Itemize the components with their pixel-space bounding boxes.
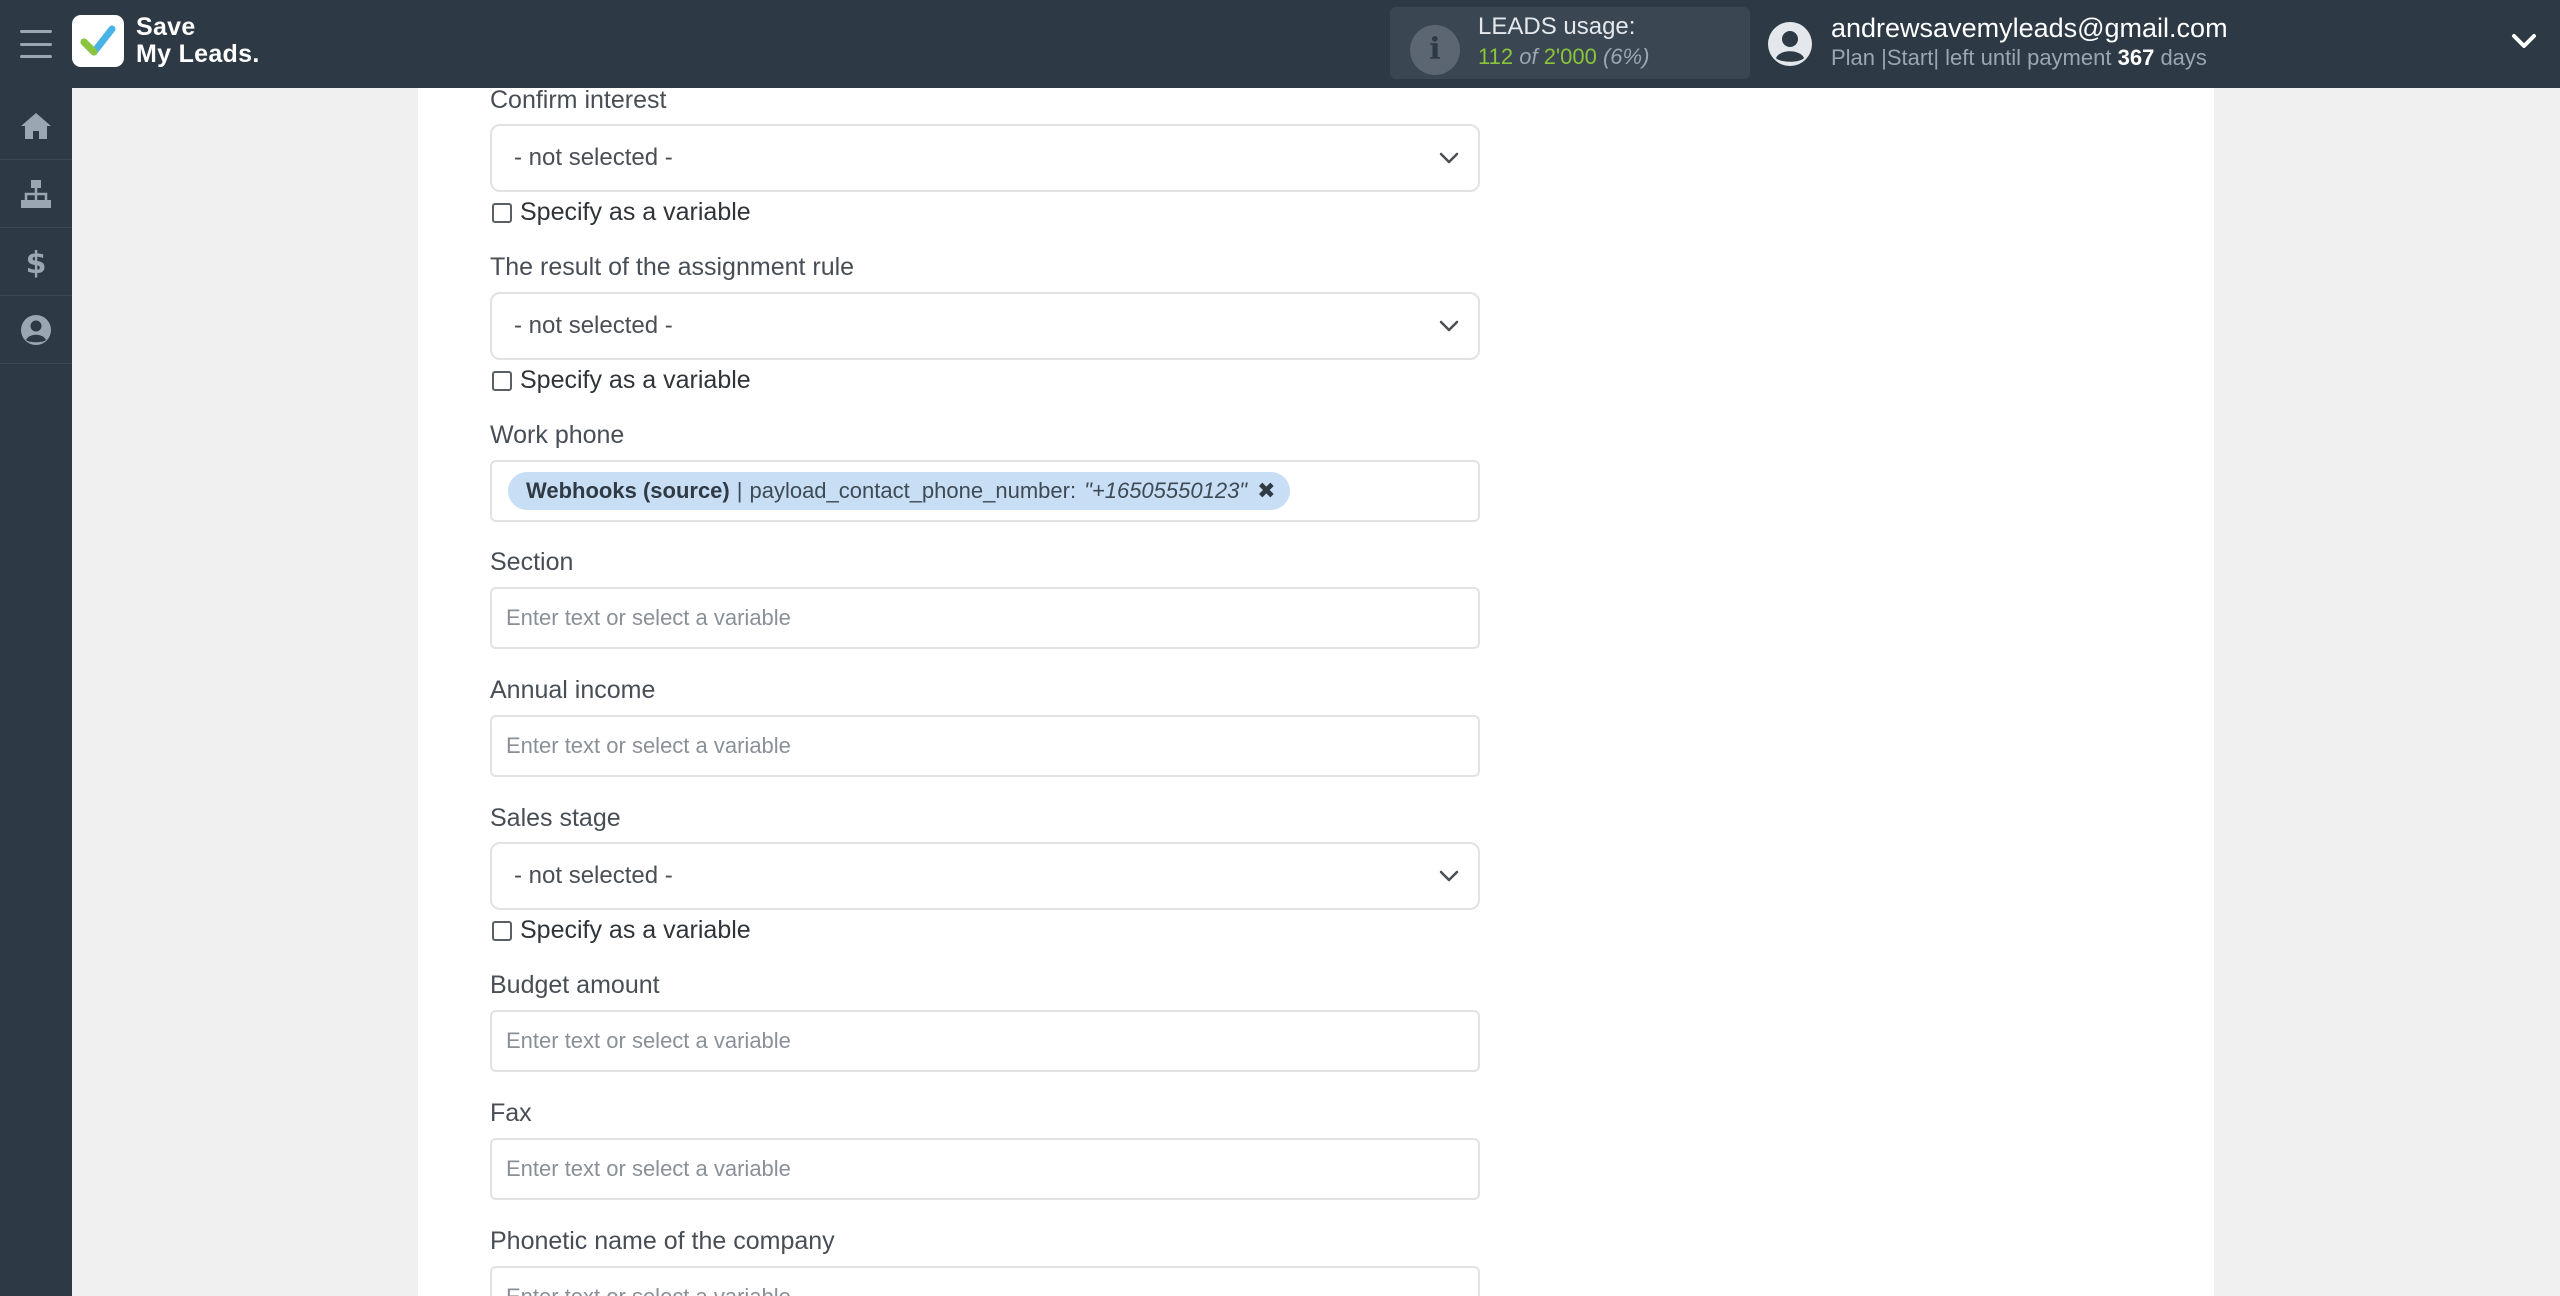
tag-field: payload_contact_phone_number: [749,478,1077,503]
logo-line-1: Save [136,13,196,41]
plan-text: Plan |Start| left until payment [1831,45,2112,70]
budget-amount-input[interactable]: Enter text or select a variable [490,1010,1480,1072]
variable-tag[interactable]: Webhooks (source) | payload_contact_phon… [508,472,1290,510]
section-input[interactable]: Enter text or select a variable [490,587,1480,649]
sales-stage-value: - not selected - [514,862,673,889]
fax-input[interactable]: Enter text or select a variable [490,1138,1480,1200]
chevron-down-icon[interactable] [2510,30,2538,52]
avatar-icon[interactable] [1766,20,1814,68]
assignment-rule-variable-checkbox[interactable]: Specify as a variable [492,366,751,395]
usage-percent: (6%) [1602,44,1650,69]
confirm-interest-label: Confirm interest [490,86,667,114]
work-phone-label: Work phone [490,421,625,449]
confirm-interest-value: - not selected - [514,144,673,171]
logo-icon[interactable] [72,15,124,67]
assignment-rule-select[interactable]: - not selected - [490,292,1480,360]
account-plan: Plan |Start| left until payment 367 days [1831,45,2207,71]
user-circle-icon [21,314,51,345]
confirm-interest-select[interactable]: - not selected - [490,124,1480,192]
assignment-rule-label: The result of the assignment rule [490,253,855,281]
close-icon[interactable]: ✖ [1257,478,1275,504]
section-placeholder: Enter text or select a variable [506,605,791,630]
checkbox-icon[interactable] [492,370,512,391]
sidebar-item-connections[interactable] [0,160,72,228]
budget-amount-label: Budget amount [490,971,660,999]
logo-text[interactable]: Save My Leads. [136,14,260,68]
chevron-down-icon [1439,320,1459,332]
leads-usage-panel: i LEADS usage: 112 of 2'000 (6%) [1390,7,1750,79]
phonetic-company-input[interactable]: Enter text or select a variable [490,1266,1480,1296]
usage-count: 112 of 2'000 (6%) [1478,44,1649,70]
phonetic-company-label: Phonetic name of the company [490,1227,835,1255]
usage-of: of [1519,44,1538,69]
usage-limit: 2'000 [1543,44,1597,69]
budget-amount-placeholder: Enter text or select a variable [506,1028,791,1053]
confirm-interest-variable-checkbox[interactable]: Specify as a variable [492,198,751,227]
plan-days-suffix: days [2160,45,2207,70]
chevron-down-icon [1439,152,1459,164]
checkbox-label: Specify as a variable [520,916,751,944]
tag-source: Webhooks (source) [526,478,730,503]
menu-icon[interactable] [20,30,52,58]
sidebar-item-home[interactable] [0,92,72,160]
sitemap-icon [21,179,51,208]
tag-separator: | [736,478,743,503]
chevron-down-icon [1439,870,1459,882]
section-label: Section [490,548,574,576]
work-phone-field[interactable]: Webhooks (source) | payload_contact_phon… [490,460,1480,522]
sales-stage-variable-checkbox[interactable]: Specify as a variable [492,916,751,945]
sidebar: $ [0,88,72,1296]
usage-used: 112 [1478,44,1514,69]
sidebar-item-profile[interactable] [0,296,72,364]
info-icon: i [1410,25,1460,75]
account-email[interactable]: andrewsavemyleads@gmail.com [1831,13,2228,44]
assignment-rule-value: - not selected - [514,312,673,339]
home-icon [21,112,51,139]
annual-income-label: Annual income [490,676,656,704]
svg-text:$: $ [26,246,47,280]
checkbox-icon[interactable] [492,202,512,223]
sales-stage-label: Sales stage [490,804,621,832]
sidebar-item-billing[interactable]: $ [0,228,72,296]
fax-placeholder: Enter text or select a variable [506,1156,791,1181]
plan-days: 367 [2117,45,2155,70]
top-bar: Save My Leads. i LEADS usage: 112 of 2'0… [0,0,2560,88]
logo-line-2: My Leads. [136,40,260,68]
fax-label: Fax [490,1099,532,1127]
phonetic-company-placeholder: Enter text or select a variable [506,1284,791,1296]
annual-income-input[interactable]: Enter text or select a variable [490,715,1480,777]
dollar-icon: $ [26,246,47,280]
checkbox-label: Specify as a variable [520,198,751,226]
tag-value: "+16505550123" [1084,478,1248,503]
sales-stage-select[interactable]: - not selected - [490,842,1480,910]
checkbox-icon[interactable] [492,920,512,941]
usage-title: LEADS usage: [1478,13,1636,40]
annual-income-placeholder: Enter text or select a variable [506,733,791,758]
checkbox-label: Specify as a variable [520,366,751,394]
